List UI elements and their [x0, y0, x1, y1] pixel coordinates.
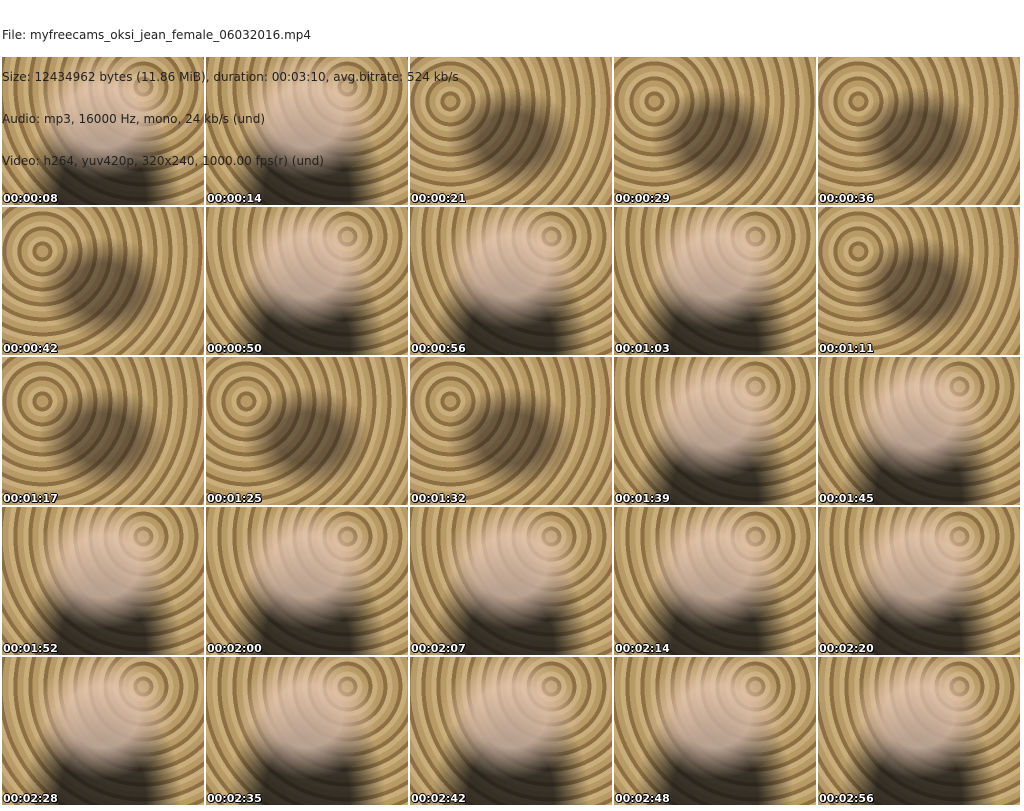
frame-timestamp: 00:01:45 — [819, 492, 874, 505]
video-frame-thumbnail: 00:02:35 — [206, 657, 408, 805]
video-frame-thumbnail: 00:01:03 — [614, 207, 816, 355]
frame-timestamp: 00:01:11 — [819, 342, 874, 355]
frame-timestamp: 00:00:21 — [411, 192, 466, 205]
frame-timestamp: 00:01:25 — [207, 492, 262, 505]
frame-timestamp: 00:02:35 — [207, 792, 262, 805]
frame-timestamp: 00:02:00 — [207, 642, 262, 655]
video-frame-thumbnail: 00:02:07 — [410, 507, 612, 655]
frame-timestamp: 00:00:42 — [3, 342, 58, 355]
frame-timestamp: 00:01:32 — [411, 492, 466, 505]
file-name: File: myfreecams_oksi_jean_female_060320… — [2, 28, 312, 42]
frame-timestamp: 00:00:29 — [615, 192, 670, 205]
frame-timestamp: 00:02:28 — [3, 792, 58, 805]
file-info-header: File: myfreecams_oksi_jean_female_060320… — [2, 0, 459, 182]
frame-timestamp: 00:02:48 — [615, 792, 670, 805]
frame-timestamp: 00:02:20 — [819, 642, 874, 655]
video-frame-thumbnail: 00:02:56 — [818, 657, 1020, 805]
video-frame-thumbnail: 00:00:36 — [818, 57, 1020, 205]
video-frame-thumbnail: 00:00:29 — [614, 57, 816, 205]
frame-timestamp: 00:00:56 — [411, 342, 466, 355]
video-frame-thumbnail: 00:02:48 — [614, 657, 816, 805]
frame-timestamp: 00:01:52 — [3, 642, 58, 655]
video-frame-thumbnail: 00:01:17 — [2, 357, 204, 505]
video-frame-thumbnail: 00:00:42 — [2, 207, 204, 355]
file-size-duration: Size: 12434962 bytes (11.86 MiB), durati… — [2, 70, 459, 84]
frame-timestamp: 00:01:17 — [3, 492, 58, 505]
video-frame-thumbnail: 00:01:52 — [2, 507, 204, 655]
video-frame-thumbnail: 00:01:39 — [614, 357, 816, 505]
video-frame-thumbnail: 00:00:50 — [206, 207, 408, 355]
video-frame-thumbnail: 00:02:28 — [2, 657, 204, 805]
frame-timestamp: 00:00:50 — [207, 342, 262, 355]
frame-timestamp: 00:00:14 — [207, 192, 262, 205]
frame-timestamp: 00:02:42 — [411, 792, 466, 805]
frame-timestamp: 00:00:08 — [3, 192, 58, 205]
frame-timestamp: 00:01:39 — [615, 492, 670, 505]
video-frame-thumbnail: 00:01:25 — [206, 357, 408, 505]
frame-timestamp: 00:02:07 — [411, 642, 466, 655]
frame-timestamp: 00:02:56 — [819, 792, 874, 805]
audio-info: Audio: mp3, 16000 Hz, mono, 24 kb/s (und… — [2, 112, 266, 126]
frame-timestamp: 00:01:03 — [615, 342, 670, 355]
frame-timestamp: 00:02:14 — [615, 642, 670, 655]
video-frame-thumbnail: 00:02:42 — [410, 657, 612, 805]
video-frame-thumbnail: 00:02:20 — [818, 507, 1020, 655]
video-frame-thumbnail: 00:01:45 — [818, 357, 1020, 505]
video-frame-thumbnail: 00:02:14 — [614, 507, 816, 655]
video-frame-thumbnail: 00:01:11 — [818, 207, 1020, 355]
frame-timestamp: 00:00:36 — [819, 192, 874, 205]
video-frame-thumbnail: 00:00:56 — [410, 207, 612, 355]
video-frame-thumbnail: 00:02:00 — [206, 507, 408, 655]
video-frame-thumbnail: 00:01:32 — [410, 357, 612, 505]
video-info: Video: h264, yuv420p, 320x240, 1000.00 f… — [2, 154, 324, 168]
